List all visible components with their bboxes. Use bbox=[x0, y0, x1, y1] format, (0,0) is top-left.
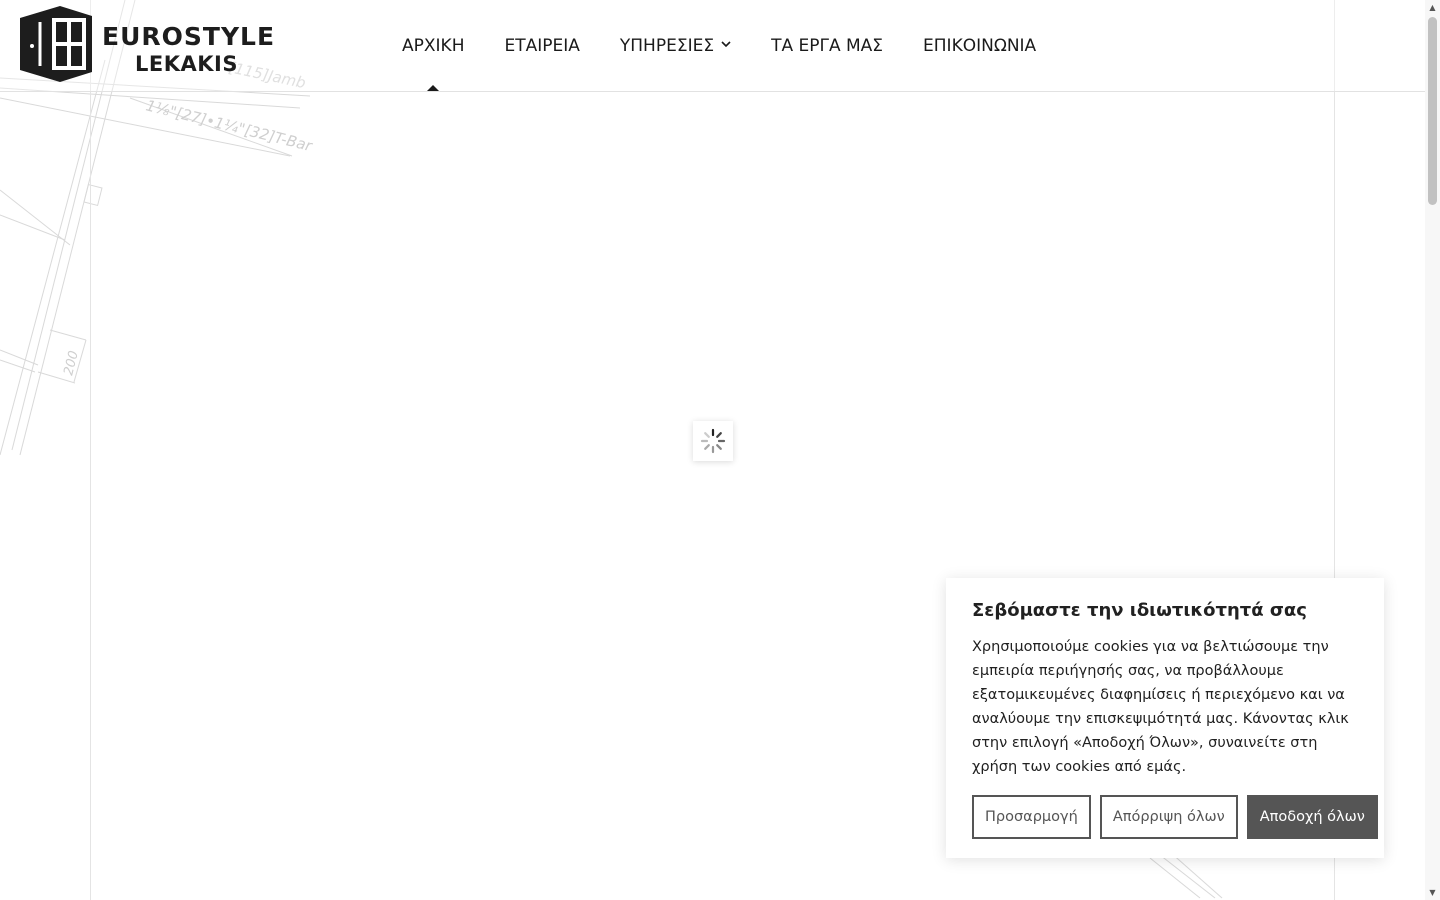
layout-guide-left bbox=[90, 0, 91, 900]
cookie-actions: Προσαρμογή Απόρριψη όλων Αποδοχή όλων bbox=[972, 795, 1378, 839]
scroll-up-arrow-icon[interactable]: ▲ bbox=[1425, 0, 1440, 15]
spinner-icon bbox=[700, 428, 726, 454]
main-navigation: ΑΡΧΙΚΗ ΕΤΑΙΡΕΙΑ ΥΠΗΡΕΣΙΕΣ ΤΑ ΕΡΓΑ ΜΑΣ ΕΠ… bbox=[402, 0, 1076, 91]
customize-cookies-button[interactable]: Προσαρμογή bbox=[972, 795, 1091, 839]
cookie-consent-banner: Σεβόμαστε την ιδιωτικότητά σας Χρησιμοπο… bbox=[946, 578, 1384, 858]
brand-name: EUROSTYLE bbox=[102, 22, 276, 51]
nav-item-projects[interactable]: ΤΑ ΕΡΓΑ ΜΑΣ bbox=[771, 0, 883, 91]
accept-all-button[interactable]: Αποδοχή όλων bbox=[1246, 795, 1378, 839]
cookie-description: Χρησιμοποιούμε cookies για να βελτιώσουμ… bbox=[972, 639, 1349, 775]
scroll-down-arrow-icon[interactable]: ▼ bbox=[1425, 885, 1440, 900]
nav-item-home[interactable]: ΑΡΧΙΚΗ bbox=[402, 0, 464, 91]
nav-item-services[interactable]: ΥΠΗΡΕΣΙΕΣ bbox=[620, 0, 731, 91]
nav-item-company[interactable]: ΕΤΑΙΡΕΙΑ bbox=[504, 0, 579, 91]
nav-item-label: ΥΠΗΡΕΣΙΕΣ bbox=[619, 35, 715, 56]
nav-item-label: ΤΑ ΕΡΓΑ ΜΑΣ bbox=[771, 35, 884, 56]
window-logo-icon bbox=[20, 6, 92, 82]
chevron-down-icon bbox=[721, 38, 731, 51]
drawing-label-dimension: 200 bbox=[61, 349, 82, 377]
site-header: EUROSTYLE LEKAKIS ΑΡΧΙΚΗ ΕΤΑΙΡΕΙΑ ΥΠΗΡΕΣ… bbox=[0, 0, 1425, 92]
brand-logo[interactable]: EUROSTYLE LEKAKIS bbox=[20, 6, 274, 82]
nav-item-label: ΕΠΙΚΟΙΝΩΝΙΑ bbox=[923, 35, 1037, 56]
nav-item-contact[interactable]: ΕΠΙΚΟΙΝΩΝΙΑ bbox=[923, 0, 1036, 91]
scrollbar-thumb[interactable] bbox=[1428, 17, 1437, 205]
cookie-title: Σεβόμαστε την ιδιωτικότητά σας bbox=[972, 600, 1307, 621]
nav-item-label: ΑΡΧΙΚΗ bbox=[402, 35, 465, 56]
page-loader bbox=[693, 421, 733, 461]
drawing-label-tbar: 1⅛"[27]•1¼"[32]T-Bar bbox=[144, 96, 315, 155]
page-scrollbar[interactable]: ▲ ▼ bbox=[1425, 0, 1440, 900]
reject-all-button[interactable]: Απόρριψη όλων bbox=[1099, 795, 1238, 839]
nav-item-label: ΕΤΑΙΡΕΙΑ bbox=[504, 35, 580, 56]
brand-subname: LEKAKIS bbox=[135, 52, 238, 76]
